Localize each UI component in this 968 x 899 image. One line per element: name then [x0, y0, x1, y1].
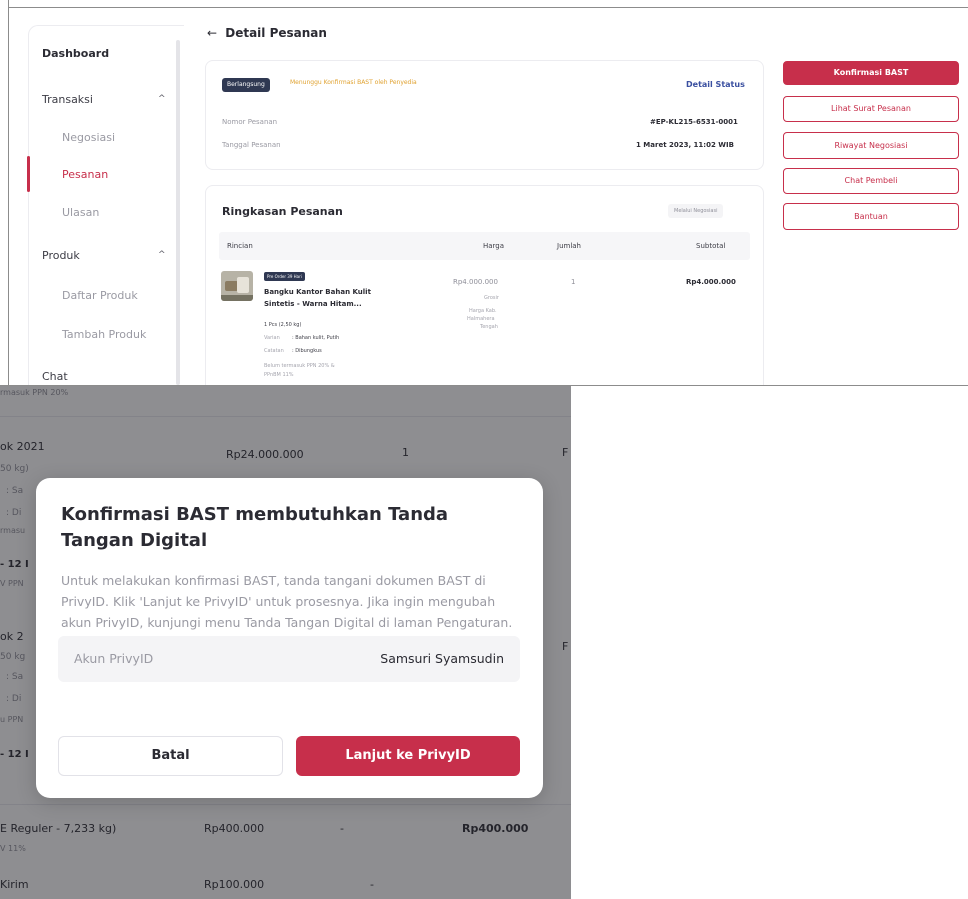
- sidebar-item-tambah-produk[interactable]: Tambah Produk: [62, 328, 146, 341]
- sidebar-item-transaksi[interactable]: Transaksi: [42, 93, 93, 106]
- variant-value: : Bahan kulit, Putih: [292, 335, 340, 341]
- sidebar-item-pesanan[interactable]: Pesanan: [62, 168, 108, 181]
- order-detail-panel: Dashboard Transaksi ^ Negosiasi Pesanan …: [0, 0, 968, 385]
- price-region-note: Tengah: [480, 324, 498, 330]
- note-value: : Dibungkus: [292, 348, 322, 354]
- price-region-note: Halmahera: [467, 316, 495, 322]
- order-date-label: Tanggal Pesanan: [222, 141, 281, 149]
- column-harga: Harga: [483, 242, 505, 250]
- sidebar-item-daftar-produk[interactable]: Daftar Produk: [62, 289, 138, 302]
- detail-status-link[interactable]: Detail Status: [686, 80, 745, 89]
- product-qty-weight: 1 Pcs (2,50 kg): [264, 322, 302, 328]
- column-jumlah: Jumlah: [557, 242, 581, 250]
- sidebar-item-negosiasi[interactable]: Negosiasi: [62, 131, 115, 144]
- frame-border-top: [8, 7, 968, 8]
- column-subtotal: Subtotal: [696, 242, 726, 250]
- blank-area: [571, 386, 968, 899]
- page-title: Detail Pesanan: [225, 26, 327, 40]
- sidebar-item-dashboard[interactable]: Dashboard: [42, 47, 109, 60]
- tax-note: Belum termasuk PPN 20% &: [264, 363, 335, 369]
- page-header: ← Detail Pesanan: [207, 26, 327, 40]
- order-status-card: [205, 60, 764, 170]
- chat-pembeli-button[interactable]: Chat Pembeli: [783, 168, 959, 194]
- frame-border-left: [8, 0, 9, 385]
- dialog-title: Konfirmasi BAST membutuhkan Tanda Tangan…: [61, 504, 449, 551]
- order-number-label: Nomor Pesanan: [222, 118, 278, 126]
- product-name[interactable]: Bangku Kantor Bahan Kulit Sintetis - War…: [264, 286, 371, 310]
- dialog-description: Untuk melakukan konfirmasi BAST, tanda t…: [61, 573, 513, 630]
- bantuan-button[interactable]: Bantuan: [783, 203, 959, 230]
- chevron-up-icon[interactable]: ^: [158, 94, 166, 104]
- status-badge: Berlangsung: [222, 78, 270, 92]
- privyid-account-value: Samsuri Syamsudin: [380, 651, 504, 666]
- negotiation-badge: Melalui Negosiasi: [668, 204, 724, 218]
- back-arrow-icon[interactable]: ←: [207, 26, 217, 40]
- continue-privyid-button[interactable]: Lanjut ke PrivyID: [296, 736, 520, 776]
- modal-screen: rmasuk PPN 20% ok 2021 50 kg) Rp24.000.0…: [0, 386, 571, 899]
- status-note: Menunggu Konfirmasi BAST oleh Penyedia: [290, 79, 417, 86]
- bast-signature-dialog: Konfirmasi BAST membutuhkan Tanda Tangan…: [36, 478, 543, 798]
- sidebar-item-ulasan[interactable]: Ulasan: [62, 206, 99, 219]
- cancel-button[interactable]: Batal: [58, 736, 283, 776]
- lihat-surat-pesanan-button[interactable]: Lihat Surat Pesanan: [783, 96, 959, 122]
- note-label: Catatan: [264, 348, 284, 354]
- product-name-line: Sintetis - Warna Hitam...: [264, 300, 362, 308]
- tax-note: PPnBM 11%: [264, 372, 294, 378]
- sidebar-active-indicator: [27, 156, 30, 192]
- product-name-line: Bangku Kantor Bahan Kulit: [264, 288, 371, 296]
- summary-table-header: Rincian Harga Jumlah Subtotal: [219, 232, 750, 260]
- summary-title: Ringkasan Pesanan: [222, 205, 343, 218]
- variant-label: Varian: [264, 335, 280, 341]
- column-rincian: Rincian: [227, 242, 253, 250]
- privyid-account-field: Akun PrivyID Samsuri Syamsudin: [58, 636, 520, 682]
- price-grosir: Grosir: [484, 295, 499, 301]
- konfirmasi-bast-button[interactable]: Konfirmasi BAST: [783, 61, 959, 85]
- privyid-account-label: Akun PrivyID: [74, 651, 154, 666]
- product-image-part: [237, 277, 249, 293]
- riwayat-negosiasi-button[interactable]: Riwayat Negosiasi: [783, 132, 959, 159]
- chevron-up-icon[interactable]: ^: [158, 250, 166, 260]
- price-region-note: Harga Kab.: [469, 308, 497, 314]
- sidebar-item-chat[interactable]: Chat: [42, 370, 68, 383]
- sidebar-item-produk[interactable]: Produk: [42, 249, 80, 262]
- item-qty: 1: [571, 278, 576, 286]
- product-image[interactable]: [221, 271, 253, 301]
- order-number-value: #EP-KL215-6531-0001: [650, 118, 738, 126]
- item-price: Rp4.000.000: [453, 278, 498, 286]
- product-image-part: [221, 295, 253, 301]
- order-date-value: 1 Maret 2023, 11:02 WIB: [636, 141, 734, 149]
- screenshot-root: Dashboard Transaksi ^ Negosiasi Pesanan …: [0, 0, 968, 899]
- item-subtotal: Rp4.000.000: [686, 278, 736, 286]
- sidebar-scrollbar[interactable]: [176, 40, 180, 385]
- preorder-badge: Pre Order 39 Hari: [264, 272, 305, 281]
